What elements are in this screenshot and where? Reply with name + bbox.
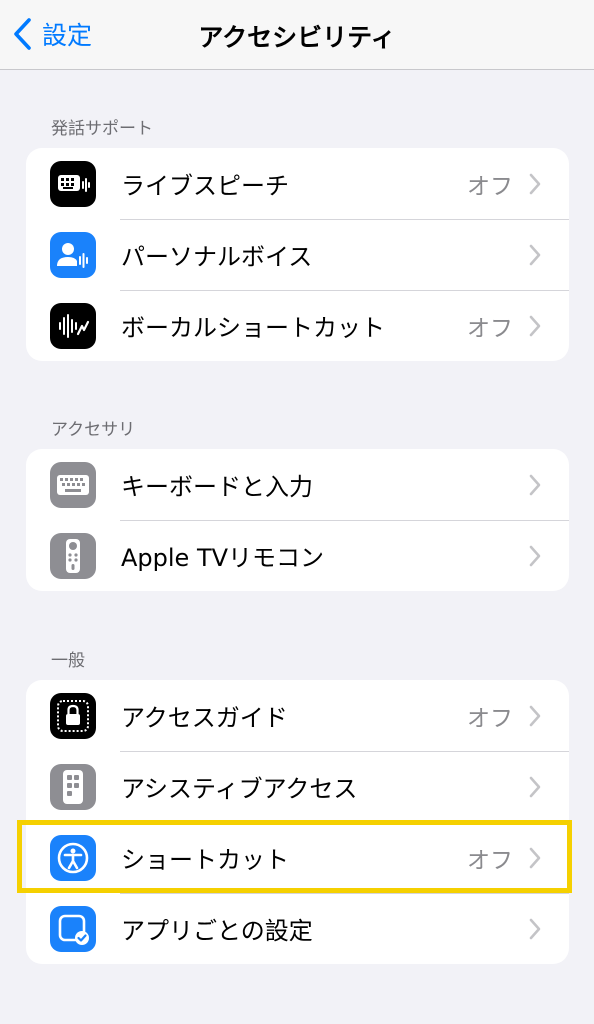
general-group: アクセスガイド オフ アシスティブアクセス ショートカット オフ アプリごとの設… xyxy=(26,680,569,964)
keyboard-input-row[interactable]: キーボードと入力 xyxy=(26,449,569,520)
section-header-accessories: アクセサリ xyxy=(51,420,136,440)
personal-voice-row[interactable]: パーソナルボイス xyxy=(26,219,569,290)
accessories-group: キーボードと入力 Apple TVリモコン xyxy=(26,449,569,591)
chevron-right-icon xyxy=(529,173,541,194)
navigation-bar: 設定 アクセシビリティ xyxy=(0,0,594,70)
assistive-access-icon xyxy=(50,763,96,810)
row-label: ボーカルショートカット xyxy=(121,314,385,342)
chevron-right-icon xyxy=(529,776,541,797)
row-label: ライブスピーチ xyxy=(121,172,289,200)
row-label: ショートカット xyxy=(121,846,289,874)
row-value: オフ xyxy=(467,173,513,200)
keyboard-icon xyxy=(50,461,96,508)
row-label: アシスティブアクセス xyxy=(121,775,358,803)
chevron-right-icon xyxy=(529,315,541,336)
chevron-right-icon xyxy=(529,918,541,939)
apple-tv-remote-row[interactable]: Apple TVリモコン xyxy=(26,520,569,591)
row-value: オフ xyxy=(467,847,513,874)
assistive-access-row[interactable]: アシスティブアクセス xyxy=(26,751,569,822)
row-value: オフ xyxy=(467,705,513,732)
app-settings-icon xyxy=(50,905,96,952)
row-value: オフ xyxy=(467,315,513,342)
row-label: アプリごとの設定 xyxy=(121,917,313,945)
page-title: アクセシビリティ xyxy=(198,23,396,52)
row-label: Apple TVリモコン xyxy=(121,544,325,572)
section-header-general: 一般 xyxy=(51,651,85,671)
per-app-settings-row[interactable]: アプリごとの設定 xyxy=(26,893,569,964)
waveform-icon xyxy=(50,302,96,349)
accessibility-shortcut-row[interactable]: ショートカット オフ xyxy=(26,822,569,893)
row-label: パーソナルボイス xyxy=(121,243,313,271)
keyboard-waveform-icon xyxy=(50,160,96,207)
live-speech-row[interactable]: ライブスピーチ オフ xyxy=(26,148,569,219)
chevron-right-icon xyxy=(529,474,541,495)
person-waveform-icon xyxy=(50,231,96,278)
chevron-right-icon xyxy=(529,705,541,726)
guided-access-row[interactable]: アクセスガイド オフ xyxy=(26,680,569,751)
vocal-shortcuts-row[interactable]: ボーカルショートカット オフ xyxy=(26,290,569,361)
speech-group: ライブスピーチ オフ パーソナルボイス ボーカルショートカット オフ xyxy=(26,148,569,361)
chevron-right-icon xyxy=(529,847,541,868)
remote-icon xyxy=(50,532,96,579)
section-header-speech: 発話サポート xyxy=(51,119,153,139)
chevron-right-icon xyxy=(529,244,541,265)
accessibility-icon xyxy=(50,834,96,881)
row-label: キーボードと入力 xyxy=(121,473,313,501)
row-label: アクセスガイド xyxy=(121,704,288,732)
lock-frame-icon xyxy=(50,692,96,739)
chevron-right-icon xyxy=(529,545,541,566)
